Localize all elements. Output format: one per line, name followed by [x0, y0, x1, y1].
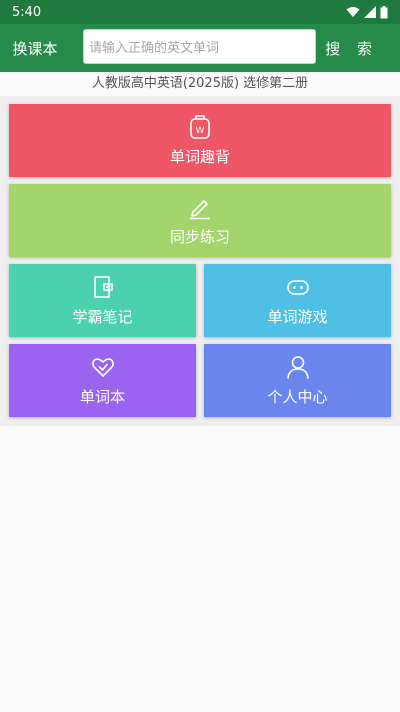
- textbook-title: 人教版高中英语(2025版) 选修第二册: [91, 76, 309, 91]
- heart-check-icon: [91, 358, 114, 377]
- tile-label: 同步练习: [169, 228, 230, 246]
- gamepad-icon: [286, 280, 309, 295]
- svg-text:W: W: [196, 126, 205, 136]
- tile-label: 学霸笔记: [72, 308, 133, 326]
- tile-personal-center[interactable]: 个人中心: [204, 344, 391, 417]
- tile-sync-practice[interactable]: 同步练习: [9, 184, 391, 257]
- status-bar: 5:40: [0, 0, 400, 24]
- tile-vocabulary-book[interactable]: 单词本: [9, 344, 196, 417]
- wifi-icon: [346, 7, 360, 17]
- switch-textbook-button[interactable]: 换课本: [0, 38, 70, 59]
- tile-word-fun-memorize[interactable]: W 单词趣背: [9, 104, 391, 177]
- feature-grid: W 单词趣背 同步练习 学霸笔记 单词游戏 单词本 个人中心: [0, 96, 400, 426]
- tile-word-games[interactable]: 单词游戏: [204, 264, 391, 337]
- tile-label: 个人中心: [267, 388, 328, 406]
- tile-label: 单词趣背: [169, 148, 230, 166]
- status-icons: [346, 5, 388, 19]
- tile-top-student-notes[interactable]: 学霸笔记: [9, 264, 196, 337]
- person-icon: [286, 356, 309, 379]
- word-badge-icon: W: [190, 115, 210, 139]
- tile-label: 单词游戏: [267, 308, 328, 326]
- notebook-icon: [93, 276, 113, 298]
- tile-label: 单词本: [79, 388, 125, 406]
- search-input[interactable]: 请输入正确的英文单词: [83, 29, 316, 64]
- app-bar: 换课本 请输入正确的英文单词 搜 索: [0, 24, 400, 72]
- search-button[interactable]: 搜 索: [325, 24, 378, 72]
- status-time: 5:40: [12, 4, 42, 20]
- battery-icon: [380, 5, 388, 18]
- signal-icon: [364, 6, 376, 18]
- pencil-icon: [190, 200, 210, 220]
